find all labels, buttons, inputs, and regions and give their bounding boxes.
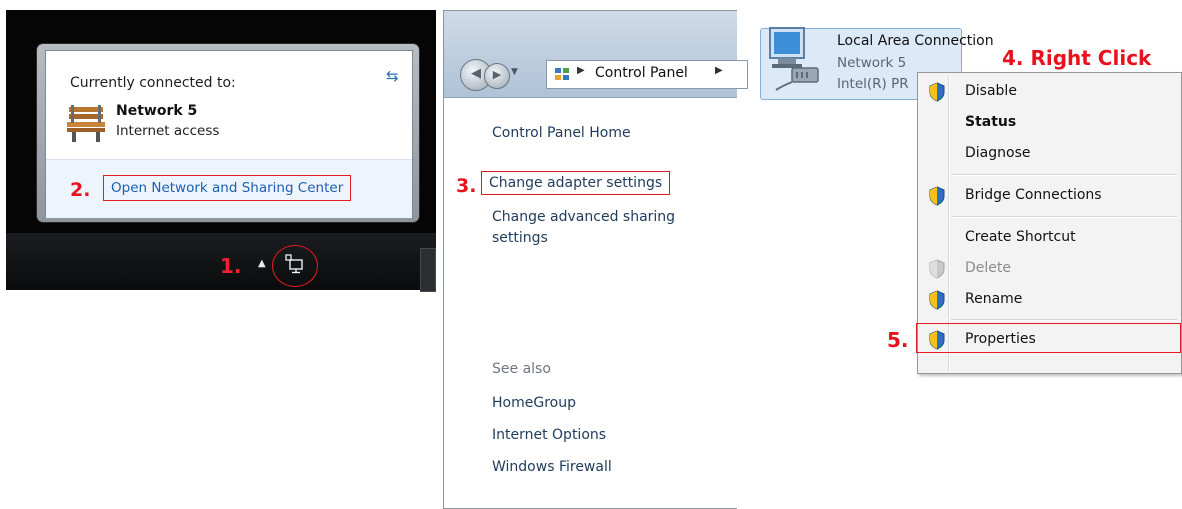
step-5-label: 5. [887,328,909,352]
network-adapter-icon [769,27,819,91]
change-advanced-sharing-link[interactable]: Change advanced sharing settings [492,207,712,249]
network-flyout: Currently connected to: ⇆ Network 5 Inte… [37,44,419,222]
network-name[interactable]: Network 5 [116,103,197,119]
menu-label: Bridge Connections [965,187,1102,203]
step-2-label: 2. [70,179,91,201]
step-4-label: 4. Right Click [1002,46,1152,70]
control-panel-home-link[interactable]: Control Panel Home [492,125,631,141]
network-connections-panel: Local Area Connection Network 5 Intel(R)… [750,0,1182,378]
connection-name[interactable]: Local Area Connection [837,33,994,49]
internet-options-link[interactable]: Internet Options [492,427,606,443]
menu-label: Rename [965,291,1023,307]
breadcrumb-separator-icon[interactable]: ▶ [577,65,585,76]
menu-separator [951,216,1177,217]
menu-label: Diagnose [965,145,1031,161]
annotation-box-properties [916,323,1181,353]
refresh-icon[interactable]: ⇆ [386,67,399,85]
menu-item-delete: Delete [920,256,1179,282]
bench-network-icon [67,105,105,142]
step-3-label: 3. [456,175,477,197]
menu-item-rename[interactable]: Rename [920,287,1179,313]
show-desktop-button[interactable] [420,248,436,292]
homegroup-link[interactable]: HomeGroup [492,395,576,411]
menu-item-create-shortcut[interactable]: Create Shortcut [920,225,1179,251]
menu-item-bridge-connections[interactable]: Bridge Connections [920,183,1179,209]
flyout-content: Currently connected to: ⇆ Network 5 Inte… [45,50,413,218]
history-dropdown-icon[interactable]: ▼ [511,67,518,77]
menu-label: Delete [965,260,1011,276]
menu-item-disable[interactable]: Disable [920,79,1179,105]
shield-icon [929,82,945,102]
change-adapter-settings-link[interactable]: Change adapter settings [481,171,671,195]
connection-device: Intel(R) PR [837,76,909,92]
flyout-header: Currently connected to: [70,75,236,91]
menu-label: Status [965,114,1017,130]
connection-network: Network 5 [837,55,907,71]
address-bar[interactable]: ▶ Control Panel ▶ [546,60,748,89]
breadcrumb-control-panel[interactable]: Control Panel [595,65,688,81]
shield-disabled-icon [929,259,945,279]
open-network-sharing-center-link[interactable]: Open Network and Sharing Center [103,175,352,201]
menu-item-status[interactable]: Status [920,110,1179,136]
navigation-bar: ◀ ▶ ▼ ▶ Control Panel ▶ [444,11,748,98]
forward-button[interactable]: ▶ [484,63,510,89]
menu-separator [951,174,1177,175]
windows-firewall-link[interactable]: Windows Firewall [492,459,612,475]
show-hidden-icons-arrow-icon[interactable]: ▲ [258,258,266,269]
see-also-heading: See also [492,361,551,377]
tray-network-icon[interactable] [284,254,304,274]
network-status: Internet access [116,123,220,139]
forward-arrow-icon: ▶ [492,68,502,81]
step-1-label: 1. [220,254,242,278]
menu-item-diagnose[interactable]: Diagnose [920,141,1179,167]
shield-icon [929,290,945,310]
tray-panel: Currently connected to: ⇆ Network 5 Inte… [6,10,436,292]
menu-label: Disable [965,83,1017,99]
menu-separator [951,319,1177,320]
shield-icon [929,186,945,206]
menu-label: Create Shortcut [965,229,1076,245]
control-panel-icon [555,68,569,80]
breadcrumb-separator-icon[interactable]: ▶ [715,65,723,76]
control-panel-window: ◀ ▶ ▼ ▶ Control Panel ▶ Control Panel Ho… [443,10,748,509]
